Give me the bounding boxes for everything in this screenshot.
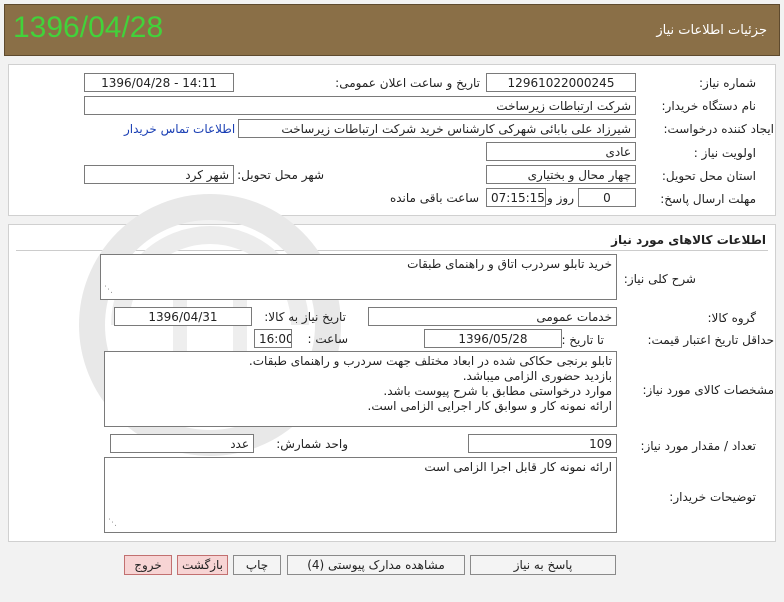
back-button[interactable]: بازگشت	[177, 555, 228, 575]
city-label: شهر محل تحویل:	[237, 168, 324, 182]
page-title: جزئیات اطلاعات نیاز	[656, 23, 767, 38]
qty-label: تعداد / مقدار مورد نیاز:	[640, 439, 756, 453]
until-date-label: تا تاریخ :	[561, 333, 604, 347]
city-field: شهر کرد	[84, 165, 234, 184]
announce-field: 1396/04/28 - 14:11	[84, 73, 234, 92]
need-date-label: تاریخ نیاز به کالا:	[264, 310, 346, 324]
resize-grip-icon[interactable]: ⋰	[108, 516, 117, 531]
days-label: روز و	[547, 191, 574, 205]
spec-line: بازدید حضوری الزامی میباشد.	[462, 369, 612, 383]
spec-field: تابلو برنجی حکاکی شده در ابعاد مختلف جهت…	[104, 351, 617, 427]
group-label: گروه کالا:	[707, 311, 757, 325]
resize-grip-icon[interactable]: ⋰	[104, 283, 113, 298]
province-field: چهار محال و بختیاری	[486, 165, 636, 184]
summary-field: خرید تابلو سردرب اتاق و راهنمای طبقات ⋰	[100, 254, 617, 300]
buyer-label: نام دستگاه خریدار:	[661, 99, 757, 113]
unit-label: واحد شمارش:	[276, 437, 348, 451]
unit-field: عدد	[110, 434, 254, 453]
remaining-time-field: 07:15:15	[486, 188, 546, 207]
remaining-label: ساعت باقی مانده	[389, 191, 479, 205]
buyer-notes-text: ارائه نمونه کار قابل اجرا الزامی است	[424, 460, 612, 474]
days-field: 0	[578, 188, 636, 207]
spec-line: موارد درخواستی مطابق با شرح پیوست باشد.	[383, 384, 612, 398]
qty-field: 109	[468, 434, 617, 453]
exit-button[interactable]: خروج	[124, 555, 172, 575]
hour-field: 16:00	[254, 329, 292, 348]
creator-field: شیرزاد علی بابائی شهرکی کارشناس خرید شرک…	[238, 119, 636, 138]
buyer-notes-label: توضیحات خریدار:	[669, 490, 756, 504]
goods-title-divider	[16, 250, 768, 251]
buyer-notes-field: ارائه نمونه کار قابل اجرا الزامی است ⋰	[104, 457, 617, 533]
priority-field: عادی	[486, 142, 636, 161]
creator-label: ایجاد کننده درخواست:	[663, 122, 774, 136]
validity-label: حداقل تاریخ اعتبار قیمت:	[647, 333, 774, 347]
page-header: 1396/04/28 جزئیات اطلاعات نیاز	[4, 4, 780, 56]
spec-line: ارائه نمونه کار و سوابق کار اجرایی الزام…	[367, 399, 612, 413]
reply-button[interactable]: پاسخ به نیاز	[470, 555, 616, 575]
deadline-label: مهلت ارسال پاسخ:	[660, 192, 756, 206]
buyer-field: شرکت ارتباطات زیرساخت	[84, 96, 636, 115]
buyer-contact-link[interactable]: اطلاعات تماس خریدار	[124, 122, 235, 136]
goods-section-title: اطلاعات کالاهای مورد نیاز	[611, 233, 766, 247]
summary-label: شرح کلی نیاز:	[623, 272, 696, 286]
print-button[interactable]: چاپ	[233, 555, 281, 575]
header-date: 1396/04/28	[13, 11, 164, 44]
announce-label: تاریخ و ساعت اعلان عمومی:	[335, 76, 480, 90]
hour-label: ساعت :	[307, 332, 348, 346]
group-field: خدمات عمومی	[368, 307, 617, 326]
spec-label: مشخصات کالای مورد نیاز:	[642, 383, 774, 397]
need-date-field: 1396/04/31	[114, 307, 252, 326]
priority-label: اولویت نیاز :	[693, 146, 756, 160]
until-date-field: 1396/05/28	[424, 329, 562, 348]
need-number-label: شماره نیاز:	[699, 76, 756, 90]
summary-text: خرید تابلو سردرب اتاق و راهنمای طبقات	[407, 257, 612, 271]
view-attachments-button[interactable]: مشاهده مدارک پیوستی (4)	[287, 555, 465, 575]
province-label: استان محل تحویل:	[661, 169, 756, 183]
need-number-field: 1296102200024‏5	[486, 73, 636, 92]
spec-line: تابلو برنجی حکاکی شده در ابعاد مختلف جهت…	[248, 354, 612, 368]
